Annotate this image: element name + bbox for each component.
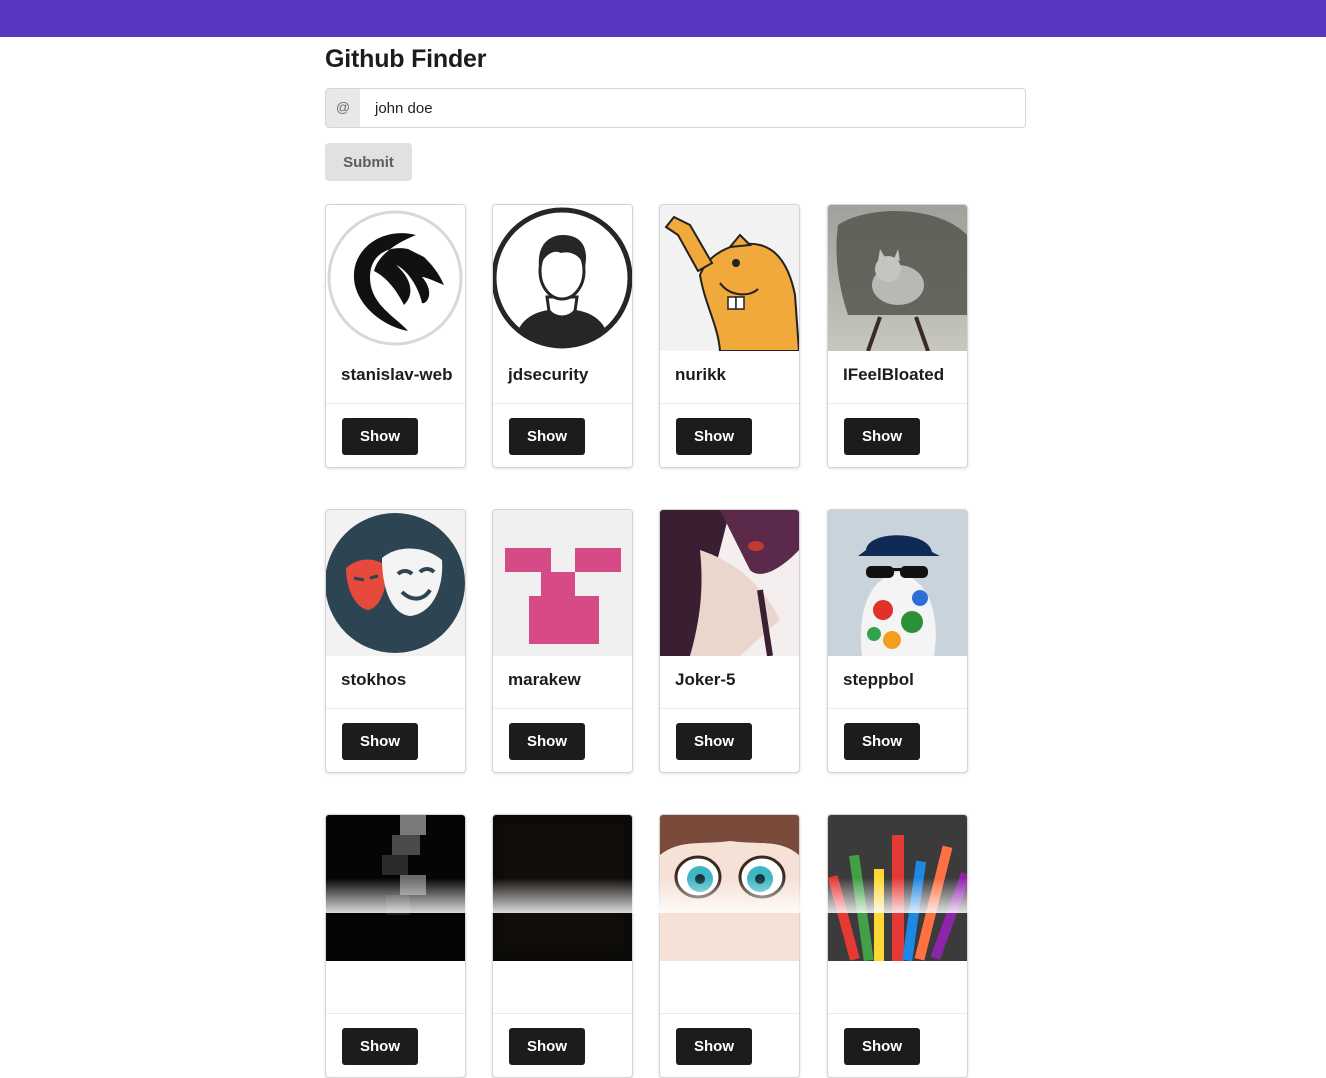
show-button[interactable]: Show xyxy=(676,723,752,760)
show-button[interactable]: Show xyxy=(509,1028,585,1065)
show-button[interactable]: Show xyxy=(342,723,418,760)
avatar xyxy=(326,205,465,351)
card-divider xyxy=(326,1013,465,1014)
avatar xyxy=(326,510,465,656)
card-divider xyxy=(493,708,632,709)
user-login: steppbol xyxy=(843,670,914,689)
user-login: nurikk xyxy=(675,365,727,384)
card-divider xyxy=(493,1013,632,1014)
avatar xyxy=(828,815,967,961)
show-button[interactable]: Show xyxy=(844,723,920,760)
card-divider xyxy=(828,1013,967,1014)
avatar xyxy=(326,815,465,961)
avatar xyxy=(493,815,632,961)
search-input-group[interactable]: @ john doe xyxy=(325,88,1026,128)
card-divider xyxy=(828,708,967,709)
show-button[interactable]: Show xyxy=(676,418,752,455)
card-divider xyxy=(326,403,465,404)
avatar xyxy=(660,510,799,656)
avatar xyxy=(828,510,967,656)
show-button[interactable]: Show xyxy=(844,418,920,455)
user-card: IFeelBloated Show xyxy=(827,204,968,468)
user-card: Show xyxy=(325,814,466,1078)
user-card: stokhos Show xyxy=(325,509,466,773)
user-card: jdsecurity Show xyxy=(492,204,633,468)
user-card: Show xyxy=(659,814,800,1078)
card-divider xyxy=(660,708,799,709)
avatar xyxy=(493,205,632,351)
user-login: marakew xyxy=(508,670,581,689)
card-divider xyxy=(493,403,632,404)
user-card: marakew Show xyxy=(492,509,633,773)
user-card: Joker-5 Show xyxy=(659,509,800,773)
show-button[interactable]: Show xyxy=(676,1028,752,1065)
card-divider xyxy=(660,403,799,404)
show-button[interactable]: Show xyxy=(509,723,585,760)
show-button[interactable]: Show xyxy=(342,418,418,455)
show-button[interactable]: Show xyxy=(342,1028,418,1065)
submit-button[interactable]: Submit xyxy=(325,143,412,181)
show-button[interactable]: Show xyxy=(844,1028,920,1065)
card-divider xyxy=(660,1013,799,1014)
card-divider xyxy=(326,708,465,709)
at-prefix-icon: @ xyxy=(326,89,360,127)
page-title: Github Finder xyxy=(325,45,487,73)
user-login: stanislav-web xyxy=(341,365,453,384)
avatar xyxy=(660,205,799,351)
user-login: stokhos xyxy=(341,670,407,689)
card-divider xyxy=(828,403,967,404)
user-login: IFeelBloated xyxy=(843,365,945,384)
avatar xyxy=(493,510,632,656)
user-card: Show xyxy=(827,814,968,1078)
search-input[interactable]: john doe xyxy=(375,89,433,127)
show-button[interactable]: Show xyxy=(509,418,585,455)
avatar xyxy=(828,205,967,351)
user-card: stanislav-web Show xyxy=(325,204,466,468)
user-login: jdsecurity xyxy=(508,365,589,384)
user-card: steppbol Show xyxy=(827,509,968,773)
top-nav-bar xyxy=(0,0,1326,37)
user-card: nurikk Show xyxy=(659,204,800,468)
user-card: Show xyxy=(492,814,633,1078)
avatar xyxy=(660,815,799,961)
user-login: Joker-5 xyxy=(675,670,736,689)
